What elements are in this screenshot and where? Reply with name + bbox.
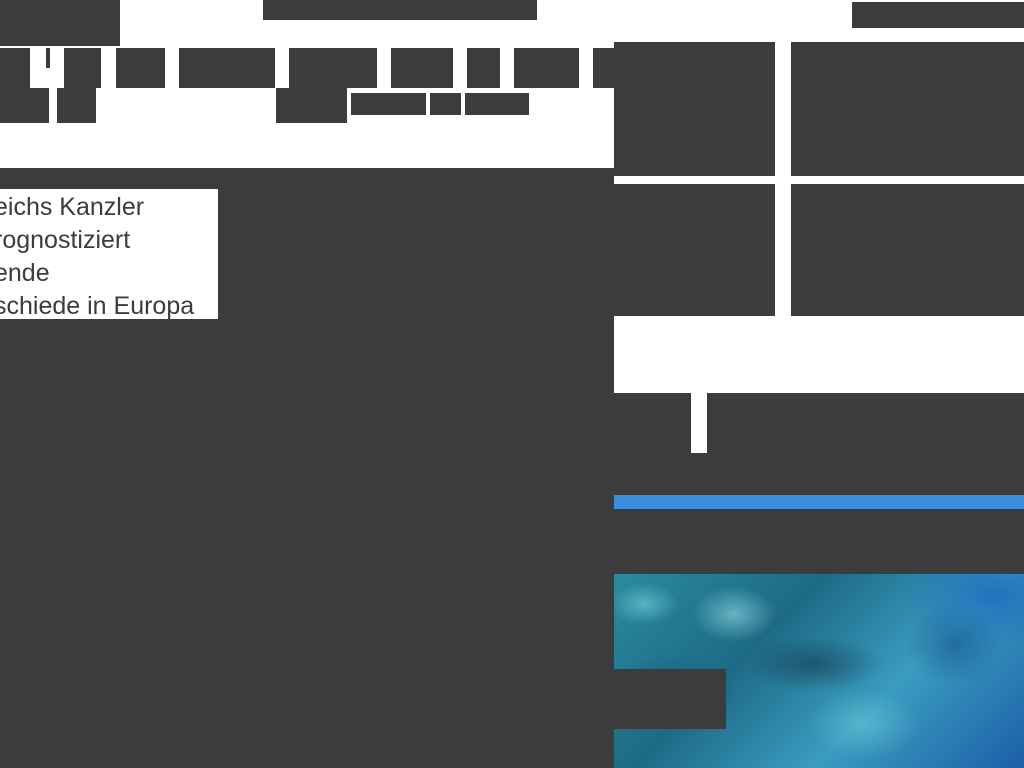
subnav-item-2[interactable] <box>57 88 96 123</box>
headline-line-2: rognostiziert <box>0 226 131 254</box>
accent-bar <box>614 495 1024 509</box>
subnav-item-4[interactable] <box>351 93 426 115</box>
nav-item-10[interactable] <box>593 48 614 88</box>
logo-placeholder[interactable] <box>0 0 120 46</box>
nav-item-8[interactable] <box>467 48 500 88</box>
header-button-placeholder[interactable] <box>852 2 1024 28</box>
nav-item-9[interactable] <box>514 48 579 88</box>
grid-tile-4[interactable] <box>791 184 1024 316</box>
nav-item-6[interactable] <box>289 48 377 88</box>
headline-line-4: schiede in Europa <box>0 292 195 319</box>
subnav-item-3[interactable] <box>276 88 347 123</box>
grid-tile-3[interactable] <box>614 184 775 316</box>
photo-caption-placeholder[interactable] <box>614 669 726 729</box>
subnav-item-5[interactable] <box>430 93 461 115</box>
headline-line-1: eichs Kanzler <box>0 193 145 221</box>
vertical-divider <box>691 393 707 453</box>
headline-line-3: ende <box>0 259 50 287</box>
top-banner-placeholder[interactable] <box>263 0 537 20</box>
headline-text: eichs Kanzler rognostiziert ende schiede… <box>0 191 218 319</box>
nav-item-7[interactable] <box>391 48 453 88</box>
nav-item-4[interactable] <box>116 48 165 88</box>
nav-item-5[interactable] <box>179 48 275 88</box>
nav-item-3[interactable] <box>64 48 101 88</box>
grid-tile-2[interactable] <box>791 42 1024 176</box>
headline-card[interactable]: eichs Kanzler rognostiziert ende schiede… <box>0 189 218 319</box>
subnav-item-6[interactable] <box>465 93 529 115</box>
subnav-item-1[interactable] <box>0 88 49 123</box>
nav-item-1[interactable] <box>0 48 30 88</box>
nav-item-2[interactable] <box>46 48 50 68</box>
grid-tile-1[interactable] <box>614 42 775 176</box>
